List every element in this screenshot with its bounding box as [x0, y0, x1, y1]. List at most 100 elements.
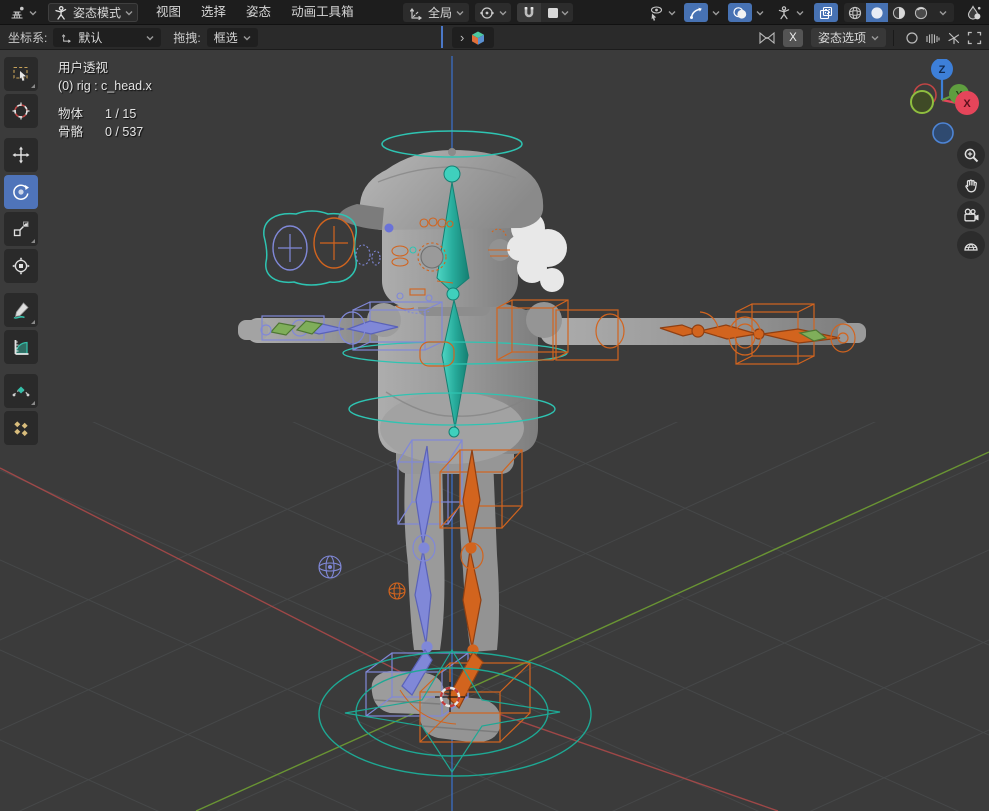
editor-type-button[interactable]	[5, 3, 41, 22]
svg-text:Z: Z	[939, 64, 946, 76]
tool-keyframe-diamonds[interactable]	[4, 411, 38, 445]
falloff-comb-icon[interactable]	[922, 28, 943, 47]
tool-transform[interactable]	[4, 249, 38, 283]
viewport-info-overlay: 用户透视 (0) rig : c_head.x 物体 1 / 15 骨骼 0 /…	[58, 59, 152, 141]
shading-material-icon	[892, 6, 906, 19]
overlays-dropdown[interactable]	[752, 3, 768, 22]
mirror-bowtie-icon[interactable]	[757, 28, 778, 47]
menu-animation-toolbox[interactable]: 动画工具箱	[281, 0, 364, 25]
ortho-toggle-button[interactable]	[957, 231, 985, 259]
tool-box-select[interactable]	[4, 57, 38, 91]
armature-figure-icon	[778, 5, 790, 19]
coord-system-select[interactable]: 默认	[53, 28, 162, 47]
shading-solid-button[interactable]	[866, 3, 888, 22]
svg-text:X: X	[963, 98, 971, 110]
menu-view[interactable]: 视图	[146, 0, 191, 25]
tool-move[interactable]	[4, 138, 38, 172]
show-gizmo-toggle[interactable]	[684, 3, 708, 22]
coord-label: 坐标系:	[8, 31, 48, 45]
snap-target-select[interactable]	[541, 3, 573, 22]
viewport-nav-buttons	[957, 141, 985, 259]
zoom-button[interactable]	[957, 141, 985, 169]
show-overlays-toggle[interactable]	[728, 3, 752, 22]
ortho-grid-icon	[964, 242, 978, 251]
stat-bones: 骨骼 0 / 537	[58, 125, 144, 139]
visibility-filter-button[interactable]	[644, 3, 680, 22]
region-splitter[interactable]	[441, 26, 443, 48]
pose-options-label: 姿态选项	[817, 31, 866, 45]
visibility-pointer-eye-icon	[650, 5, 663, 21]
separator	[893, 29, 894, 46]
shading-material-button[interactable]	[888, 3, 910, 22]
menu-bar: 视图 选择 姿态 动画工具箱	[146, 0, 364, 25]
zoom-plus-icon	[964, 148, 978, 162]
transform-orientation-select[interactable]: 全局	[403, 3, 470, 22]
shading-dropdown[interactable]	[932, 3, 954, 22]
tool-rotate[interactable]	[4, 175, 38, 209]
shading-rendered-button[interactable]	[910, 3, 932, 22]
orientation-label: 全局	[428, 6, 453, 20]
pose-options-select[interactable]: 姿态选项	[810, 28, 886, 47]
pose-figure-icon	[55, 5, 67, 20]
menu-select[interactable]: 选择	[191, 0, 236, 25]
toolbar	[4, 57, 40, 448]
pivot-point-icon	[480, 6, 494, 19]
snap-toggle[interactable]	[517, 3, 542, 22]
fullscreen-brackets-icon[interactable]	[964, 28, 985, 47]
camera-view-button[interactable]	[957, 201, 985, 229]
menu-pose[interactable]: 姿态	[236, 0, 281, 25]
axis-x-ball[interactable]: X	[955, 91, 979, 115]
drag-mode-select[interactable]: 框选	[206, 28, 258, 47]
editor-type-icon	[11, 6, 24, 18]
tool-scale[interactable]	[4, 212, 38, 246]
snapping-group	[517, 3, 574, 22]
axis-neg-y-ball[interactable]	[910, 90, 934, 114]
snap-cross-icon[interactable]	[943, 28, 964, 47]
3d-scene[interactable]	[0, 51, 989, 811]
circle-icon[interactable]	[901, 28, 922, 47]
collapsed-panel[interactable]: ›	[452, 27, 495, 48]
tool-annotate[interactable]	[4, 293, 38, 327]
gizmo-dropdown[interactable]	[708, 3, 724, 22]
snap-magnet-icon	[524, 6, 534, 17]
droplet-icon	[967, 4, 981, 20]
custom-orientation-icon	[62, 33, 72, 43]
tool-measure[interactable]	[4, 330, 38, 364]
mirror-x-toggle[interactable]: X	[782, 28, 803, 47]
3d-viewport[interactable]: 用户透视 (0) rig : c_head.x 物体 1 / 15 骨骼 0 /…	[0, 51, 989, 811]
tool-cursor[interactable]	[4, 94, 38, 128]
orientation-axes-icon	[410, 7, 423, 20]
spectrum-cube-icon	[472, 31, 485, 45]
tool-settings-bar: 坐标系: 默认 拖拽: 框选 › X 姿态选项	[0, 25, 989, 50]
axis-neg-z-ball[interactable]	[932, 122, 954, 144]
shading-wireframe-icon	[848, 6, 862, 19]
axis-z-ball[interactable]: Z	[931, 59, 953, 80]
pan-button[interactable]	[957, 171, 985, 199]
droplet-button[interactable]	[962, 3, 986, 22]
armature-display-button[interactable]	[772, 3, 808, 22]
xray-toggle[interactable]	[814, 3, 838, 22]
xray-toggle-icon	[819, 6, 833, 19]
navigation-gizmo[interactable]: Y Z X	[897, 59, 989, 147]
mode-selector[interactable]: 姿态模式	[48, 3, 139, 22]
tool-pose-breakdowner[interactable]	[4, 374, 38, 408]
shading-solid-icon	[871, 6, 883, 19]
shading-wireframe-button[interactable]	[844, 3, 866, 22]
pivot-point-select[interactable]	[475, 3, 512, 22]
overlays-toggle-icon	[733, 6, 747, 19]
coord-system-value: 默认	[78, 31, 103, 45]
pan-hand-icon	[964, 179, 977, 192]
drag-label: 拖拽:	[173, 31, 201, 45]
stat-objects: 物体 1 / 15	[58, 107, 137, 121]
mode-label: 姿态模式	[73, 6, 122, 20]
expand-chevron-icon: ›	[460, 30, 465, 45]
gizmo-toggle-icon	[690, 7, 702, 19]
camera-view-icon	[964, 208, 979, 221]
blender-window: 姿态模式 视图 选择 姿态 动画工具箱 全局 坐标系: 默认 拖拽: 框选 › …	[0, 0, 989, 811]
view-perspective-label: 用户透视	[58, 61, 109, 75]
snap-target-icon	[548, 7, 559, 18]
shading-mode-group	[844, 3, 954, 22]
drag-mode-value: 框选	[213, 31, 238, 45]
shading-rendered-icon	[914, 6, 928, 19]
active-object-label: (0) rig : c_head.x	[58, 79, 152, 93]
